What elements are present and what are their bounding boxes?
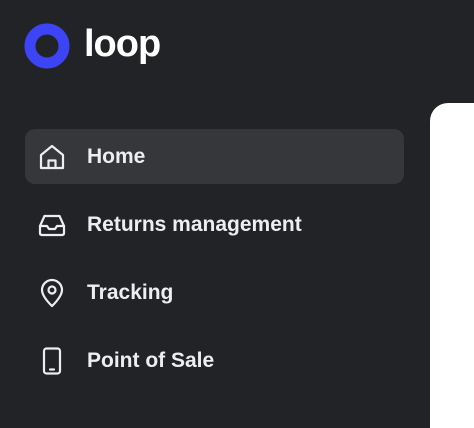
location-pin-icon [37,278,67,308]
sidebar-item-label: Tracking [87,280,174,304]
ring-logo-icon [24,23,70,69]
mobile-device-icon [37,346,67,376]
sidebar-item-home[interactable]: Home [25,129,404,184]
sidebar-item-returns-management[interactable]: Returns management [25,197,404,252]
brand-logo[interactable]: loop [24,22,161,70]
sidebar-item-label: Returns management [87,212,302,236]
home-icon [37,142,67,172]
sidebar-item-point-of-sale[interactable]: Point of Sale [25,333,404,388]
app-shell: loop Home Returns management Tracking Po… [0,0,474,428]
sidebar-item-tracking[interactable]: Tracking [25,265,404,320]
main-content-panel [430,103,474,428]
inbox-icon [37,210,67,240]
sidebar-item-label: Home [87,144,146,168]
brand-name: loop [84,23,161,65]
sidebar-item-label: Point of Sale [87,348,215,372]
sidebar-nav: Home Returns management Tracking Point o… [25,129,404,401]
